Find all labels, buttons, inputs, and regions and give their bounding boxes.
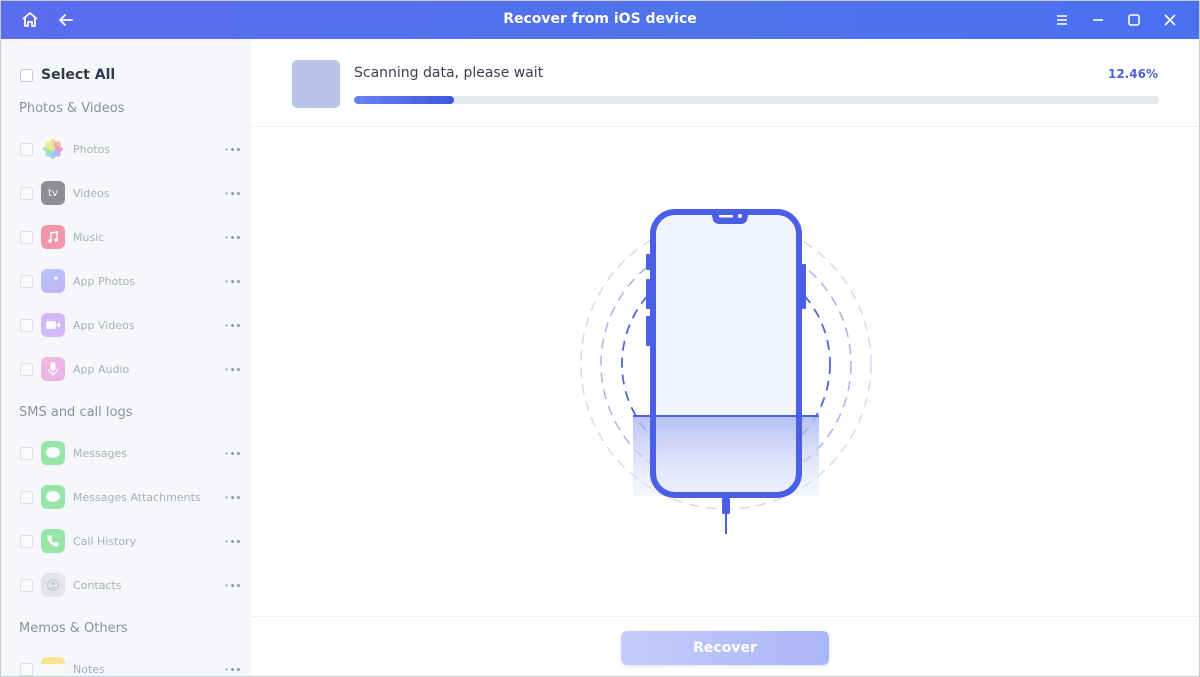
footer-bar: Recover <box>251 616 1199 676</box>
group-label-sms-call-logs: SMS and call logs <box>19 405 133 420</box>
main-panel: Scanning data, please wait 12.46% Recove… <box>251 39 1199 676</box>
item-label: App Videos <box>73 318 135 332</box>
checkbox[interactable] <box>20 534 33 548</box>
checkbox[interactable] <box>20 490 33 504</box>
app-audio-icon <box>41 357 65 381</box>
sidebar-item-messages-attachments[interactable]: Messages Attachments <box>20 482 240 512</box>
progress-bar <box>354 96 1159 104</box>
checkbox[interactable] <box>20 362 33 376</box>
minimize-icon[interactable] <box>1087 9 1109 31</box>
more-options-icon[interactable] <box>225 144 240 155</box>
messages-attachments-icon <box>41 485 65 509</box>
app-videos-icon <box>41 313 65 337</box>
contacts-icon <box>41 573 65 597</box>
item-label: Photos <box>73 142 111 156</box>
window-title: Recover from iOS device <box>503 11 697 27</box>
more-options-icon[interactable] <box>225 664 240 675</box>
checkbox[interactable] <box>20 186 33 200</box>
checkbox[interactable] <box>20 230 33 244</box>
more-options-icon[interactable] <box>225 580 240 591</box>
apple-tv-icon-text: tv <box>48 187 58 199</box>
item-label: App Photos <box>73 274 136 288</box>
sidebar-item-call-history[interactable]: Call History <box>20 526 240 556</box>
checkbox[interactable] <box>20 662 33 676</box>
select-all-row[interactable]: Select All <box>20 67 115 83</box>
notes-icon <box>41 657 65 676</box>
back-arrow-icon[interactable] <box>55 9 77 31</box>
more-options-icon[interactable] <box>225 320 240 331</box>
menu-icon[interactable] <box>1051 9 1073 31</box>
select-all-checkbox[interactable] <box>20 68 33 82</box>
sidebar-item-music[interactable]: Music <box>20 222 240 252</box>
more-options-icon[interactable] <box>225 188 240 199</box>
sidebar-item-videos[interactable]: tv Videos <box>20 178 240 208</box>
close-icon[interactable] <box>1159 9 1181 31</box>
item-label: Messages Attachments <box>73 490 201 504</box>
select-all-label: Select All <box>41 67 116 83</box>
checkbox[interactable] <box>20 578 33 592</box>
sidebar: Select All Photos & Videos Photos tv Vid… <box>1 39 251 676</box>
more-options-icon[interactable] <box>225 536 240 547</box>
sidebar-item-contacts[interactable]: Contacts <box>20 570 240 600</box>
apple-tv-icon: tv <box>41 181 65 205</box>
scan-progress-area: Scanning data, please wait 12.46% <box>251 39 1199 127</box>
more-options-icon[interactable] <box>225 276 240 287</box>
more-options-icon[interactable] <box>225 232 240 243</box>
checkbox[interactable] <box>20 274 33 288</box>
app-window: Recover from iOS device Select All Photo… <box>0 0 1200 677</box>
item-label: Music <box>73 230 105 244</box>
item-label: Notes <box>73 662 105 676</box>
checkbox[interactable] <box>20 318 33 332</box>
group-label-memos-others: Memos & Others <box>19 621 128 636</box>
scan-status-text: Scanning data, please wait <box>354 65 544 81</box>
sidebar-item-photos[interactable]: Photos <box>20 134 240 164</box>
photos-icon <box>41 137 65 161</box>
item-label: Contacts <box>73 578 122 592</box>
messages-icon <box>41 441 65 465</box>
maximize-icon[interactable] <box>1123 9 1145 31</box>
checkbox[interactable] <box>20 446 33 460</box>
recover-button[interactable]: Recover <box>621 631 829 665</box>
sidebar-item-notes[interactable]: Notes <box>20 654 240 676</box>
item-label: Call History <box>73 534 137 548</box>
phone-illustration-icon <box>580 209 872 534</box>
title-bar: Recover from iOS device <box>1 1 1199 39</box>
sidebar-item-app-videos[interactable]: App Videos <box>20 310 240 340</box>
scan-thumbnail <box>292 60 340 108</box>
music-icon <box>41 225 65 249</box>
progress-percent: 12.46% <box>1108 67 1158 81</box>
app-photos-icon <box>41 269 65 293</box>
sidebar-item-messages[interactable]: Messages <box>20 438 240 468</box>
phone-icon <box>41 529 65 553</box>
more-options-icon[interactable] <box>225 364 240 375</box>
item-label: App Audio <box>73 362 130 376</box>
item-label: Messages <box>73 446 127 460</box>
device-scanning-illustration <box>571 194 881 544</box>
sidebar-item-app-audio[interactable]: App Audio <box>20 354 240 384</box>
more-options-icon[interactable] <box>225 492 240 503</box>
sidebar-item-app-photos[interactable]: App Photos <box>20 266 240 296</box>
progress-bar-fill <box>354 96 455 104</box>
group-label-photos-videos: Photos & Videos <box>19 101 125 116</box>
item-label: Videos <box>73 186 110 200</box>
more-options-icon[interactable] <box>225 448 240 459</box>
checkbox[interactable] <box>20 142 33 156</box>
home-icon[interactable] <box>19 9 41 31</box>
